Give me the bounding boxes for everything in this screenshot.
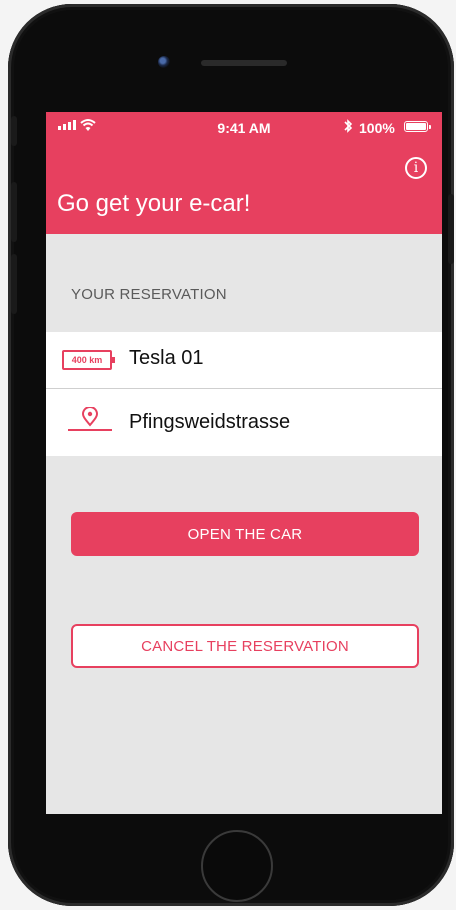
reservation-car-row: 400 km Tesla 01	[46, 332, 442, 389]
phone-frame: 9:41 AM 100% i Go get your e-car! YOUR R…	[8, 4, 454, 906]
front-camera	[158, 56, 170, 68]
cancel-reservation-button[interactable]: CANCEL THE RESERVATION	[71, 624, 419, 668]
power-button	[448, 194, 454, 264]
open-car-button[interactable]: OPEN THE CAR	[71, 512, 419, 556]
app-screen: 9:41 AM 100% i Go get your e-car! YOUR R…	[46, 112, 442, 814]
earpiece-speaker	[201, 60, 287, 66]
location-name: Pfingsweidstrasse	[129, 411, 291, 433]
app-header: 9:41 AM 100% i Go get your e-car!	[46, 112, 442, 234]
car-name: Tesla 01	[129, 347, 204, 369]
status-bar: 9:41 AM 100%	[46, 112, 442, 142]
mute-switch	[11, 116, 17, 146]
battery-range-icon: 400 km	[62, 350, 115, 370]
volume-down-button	[11, 254, 17, 314]
battery-percent: 100%	[359, 120, 395, 136]
volume-up-button	[11, 182, 17, 242]
page-title: Go get your e-car!	[57, 190, 251, 217]
location-pin-icon	[68, 407, 112, 431]
bluetooth-icon	[344, 119, 353, 133]
section-label-reservation: YOUR RESERVATION	[71, 286, 227, 303]
home-button[interactable]	[201, 830, 273, 902]
battery-icon	[404, 121, 431, 132]
reservation-location-row: Pfingsweidstrasse	[46, 389, 442, 456]
info-icon[interactable]: i	[405, 157, 427, 179]
